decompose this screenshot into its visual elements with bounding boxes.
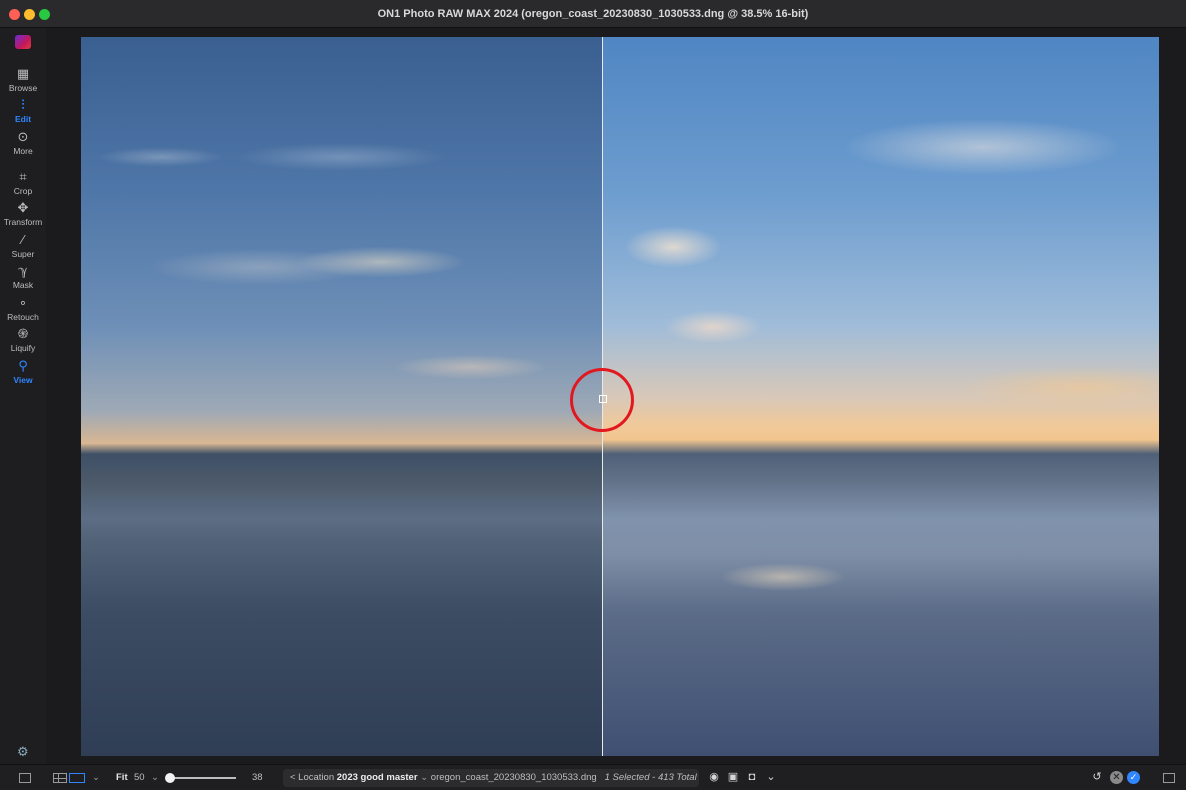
location-prefix: < Location — [290, 772, 335, 783]
location-breadcrumb[interactable]: < Location 2023 good master ⌄ oregon_coa… — [290, 772, 697, 783]
sidebar-item-mask[interactable]: ℽ Mask — [0, 263, 46, 290]
preview-eye-icon[interactable]: ◉ — [708, 771, 720, 783]
sidebar-item-browse[interactable]: ▦ Browse — [0, 66, 46, 93]
chevron-down-icon[interactable]: ⌄ — [92, 772, 100, 783]
zoom-view-icon: ⚲ — [18, 358, 28, 373]
liquify-icon: ֍ — [17, 326, 29, 341]
toggle-right-panel-button[interactable] — [1163, 773, 1175, 783]
sidebar-item-crop[interactable]: ⌗ Crop — [0, 169, 46, 196]
photo-preview[interactable] — [81, 37, 1159, 756]
tool-sidebar: ▦ Browse ⫶ Edit ⊙ More ⌗ Crop ✥ Transfor… — [0, 28, 46, 764]
zoom-chevron-icon[interactable]: ⌄ — [151, 772, 159, 783]
single-view-icon[interactable] — [69, 773, 85, 783]
reset-icon[interactable]: ↺ — [1091, 771, 1103, 783]
settings-gear-icon[interactable]: ⚙ — [17, 744, 31, 759]
selection-count: 1 Selected - 413 Total — [604, 772, 697, 783]
highlight-circle — [570, 368, 634, 432]
zoom-slider-value: 38 — [252, 772, 263, 783]
photo-after-half — [603, 37, 1159, 756]
view-options-chevron-icon[interactable]: ⌄ — [765, 771, 777, 783]
title-bar: ON1 Photo RAW MAX 2024 (oregon_coast_202… — [0, 0, 1186, 28]
grid-view-icon[interactable] — [53, 773, 67, 783]
window-title: ON1 Photo RAW MAX 2024 (oregon_coast_202… — [377, 8, 809, 20]
sidebar-item-edit[interactable]: ⫶ Edit — [0, 97, 46, 124]
photo-before-half — [81, 37, 603, 756]
clipping-icon[interactable]: ▣ — [727, 771, 739, 783]
magic-wand-icon: ⁄ — [21, 232, 25, 247]
sidebar-item-retouch[interactable]: ∘ Retouch — [0, 295, 46, 322]
crop-icon: ⌗ — [19, 169, 27, 184]
zoom-level-value[interactable]: 50 — [134, 772, 145, 783]
fit-zoom-button[interactable]: Fit — [116, 772, 128, 783]
transform-icon: ✥ — [17, 200, 29, 215]
retouch-icon: ∘ — [18, 295, 28, 310]
file-name: oregon_coast_20230830_1030533.dng — [430, 772, 597, 783]
mask-brush-icon: ℽ — [18, 263, 28, 278]
cancel-button[interactable]: ✕ — [1110, 771, 1123, 784]
apply-button[interactable]: ✓ — [1127, 771, 1140, 784]
browse-icon: ▦ — [16, 66, 30, 81]
bottom-toolbar: ⌄ Fit 50 ⌄ 38 < Location 2023 good maste… — [0, 764, 1186, 790]
toggle-left-panel-button[interactable] — [19, 773, 31, 783]
location-chevron-icon[interactable]: ⌄ — [420, 772, 428, 783]
location-name[interactable]: 2023 good master — [337, 772, 418, 783]
app-logo-icon — [15, 35, 31, 49]
sidebar-item-transform[interactable]: ✥ Transform — [0, 200, 46, 227]
edit-sliders-icon: ⫶ — [21, 97, 25, 112]
zoom-slider-track[interactable] — [170, 777, 236, 779]
sidebar-item-liquify[interactable]: ֍ Liquify — [0, 326, 46, 353]
sidebar-item-view[interactable]: ⚲ View — [0, 358, 46, 385]
more-icon: ⊙ — [17, 129, 29, 144]
mask-view-icon[interactable]: ◘ — [746, 771, 758, 783]
zoom-slider-knob[interactable] — [165, 773, 175, 783]
sidebar-item-super[interactable]: ⁄ Super — [0, 232, 46, 259]
sidebar-item-more[interactable]: ⊙ More — [0, 129, 46, 156]
